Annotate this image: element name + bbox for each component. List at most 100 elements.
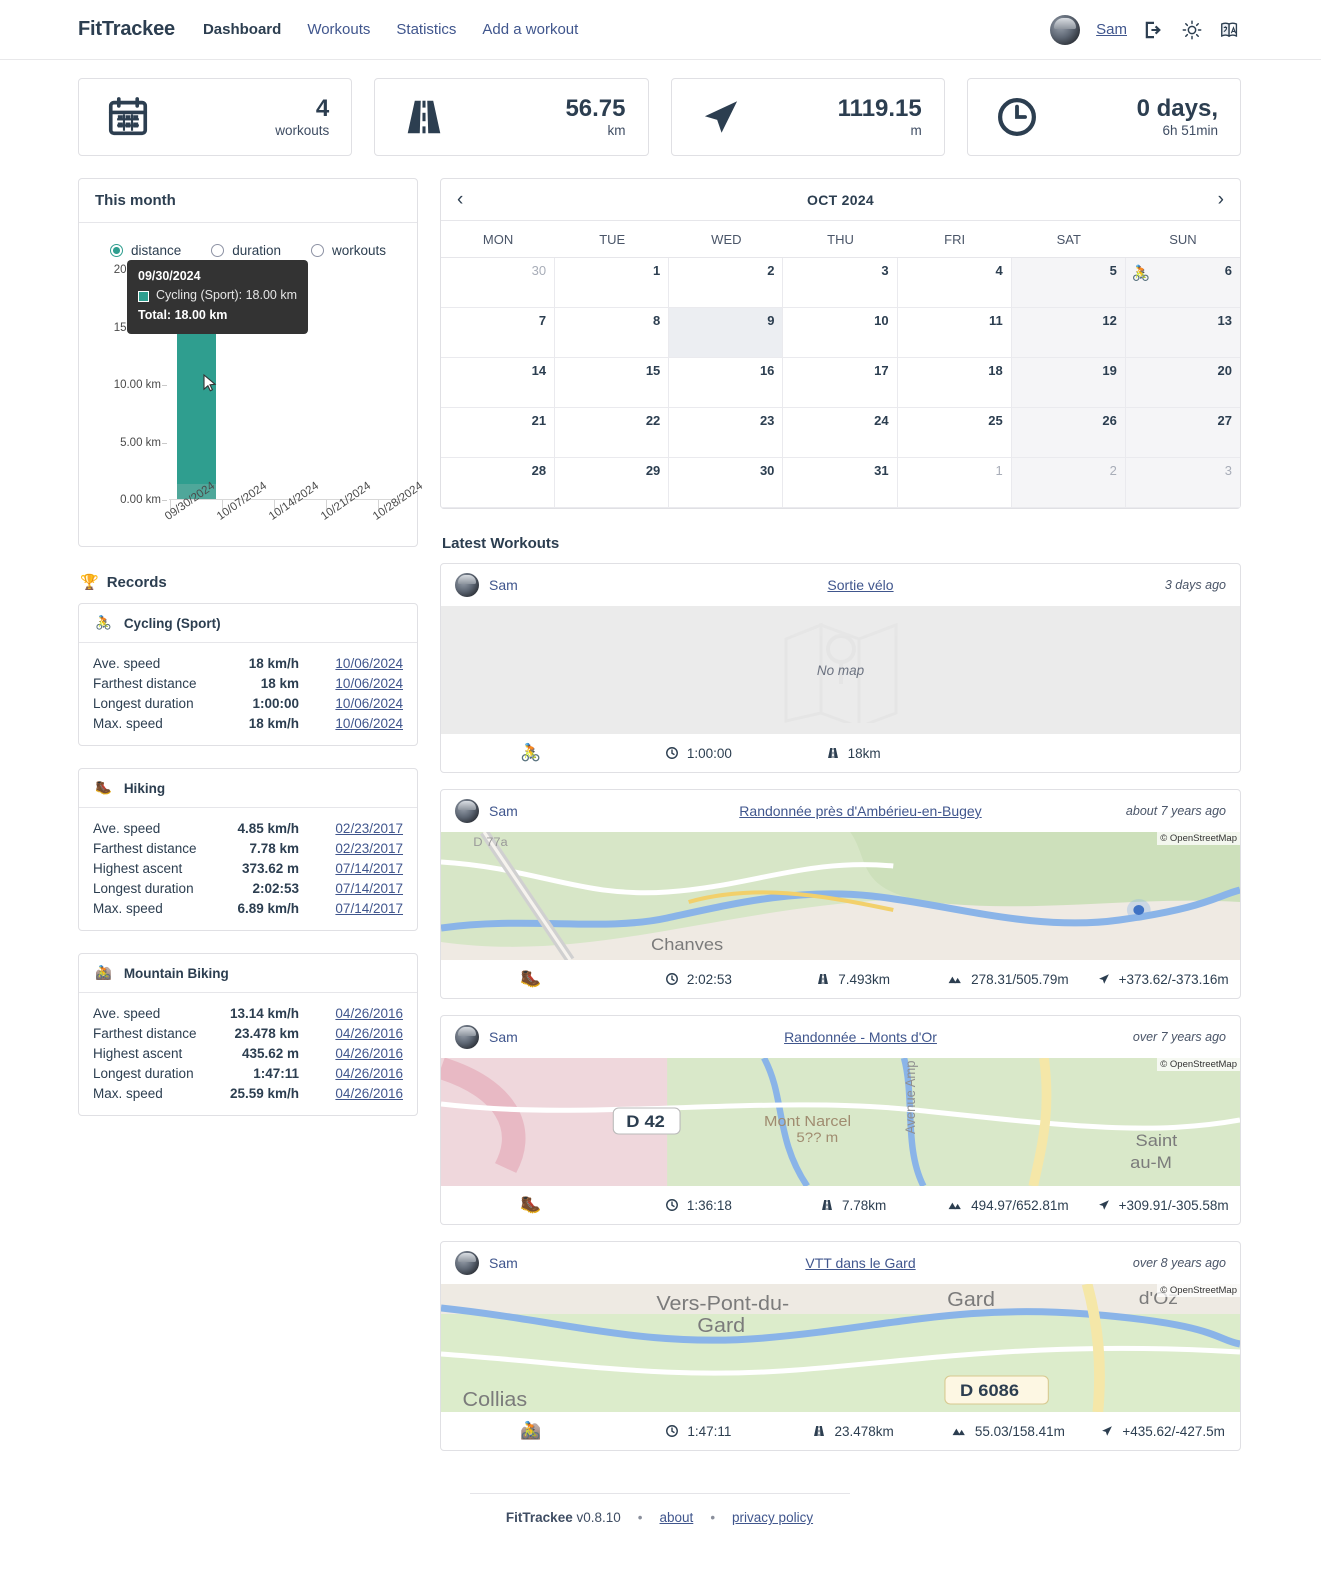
- workout-stats: 🚵 1:47:11 23.478km 55.03/158.41m +435.62…: [441, 1412, 1240, 1450]
- calendar-day-number: 5: [1109, 263, 1117, 278]
- calendar-day-number: 2: [1109, 463, 1117, 478]
- workout-title-link[interactable]: VTT dans le Gard: [665, 1255, 1056, 1271]
- nav-add-a-workout[interactable]: Add a workout: [482, 21, 578, 38]
- calendar-day-21[interactable]: 21: [441, 408, 556, 458]
- calendar-day-13[interactable]: 13: [1125, 308, 1240, 358]
- calendar-day-31[interactable]: 31: [783, 458, 898, 508]
- record-date-link[interactable]: 02/23/2017: [317, 821, 403, 836]
- svg-text:Saint: Saint: [1136, 1131, 1178, 1150]
- record-date-link[interactable]: 07/14/2017: [317, 901, 403, 916]
- calendar-day-22[interactable]: 22: [555, 408, 670, 458]
- workout-map[interactable]: Vers-Pont-du- Gard Gard d'Oz Collias D 6…: [441, 1284, 1240, 1412]
- calendar-day-30[interactable]: 30: [441, 258, 556, 308]
- calendar-next-month-icon[interactable]: ›: [1218, 190, 1224, 209]
- calendar-day-16[interactable]: 16: [669, 358, 784, 408]
- workout-map[interactable]: Chanves D 77a © OpenStreetMap: [441, 832, 1240, 960]
- calendar-day-25[interactable]: 25: [897, 408, 1012, 458]
- record-date-link[interactable]: 02/23/2017: [317, 841, 403, 856]
- ascent-descent-icon: [1098, 1200, 1109, 1210]
- workout-user[interactable]: Sam: [455, 799, 665, 823]
- calendar-day-6[interactable]: 6 🚴: [1125, 258, 1240, 308]
- nav-statistics[interactable]: Statistics: [396, 21, 456, 38]
- workout-title-link[interactable]: Sortie vélo: [665, 577, 1056, 593]
- radio-distance[interactable]: distance: [109, 243, 181, 258]
- radio-workouts[interactable]: workouts: [310, 243, 386, 258]
- record-date-link[interactable]: 04/26/2016: [317, 1066, 403, 1081]
- calendar-day-23[interactable]: 23: [669, 408, 784, 458]
- app-logo[interactable]: FitTrackee: [78, 18, 175, 41]
- workout-user[interactable]: Sam: [455, 1251, 665, 1275]
- light-mode-icon[interactable]: [1181, 19, 1203, 41]
- workout-card-4[interactable]: Sam VTT dans le Gard over 8 years ago Ve…: [440, 1241, 1241, 1451]
- workout-card-3[interactable]: Sam Randonnée - Monts d'Or over 7 years …: [440, 1015, 1241, 1225]
- username-link[interactable]: Sam: [1096, 21, 1127, 38]
- workout-card-1[interactable]: Sam Sortie vélo 3 days ago No map 🚴 1:00…: [440, 563, 1241, 773]
- calendar-day-number: 30: [759, 463, 775, 478]
- svg-text:Mont Narcel: Mont Narcel: [764, 1113, 851, 1129]
- calendar-day-number: 25: [988, 413, 1003, 428]
- calendar-day-3[interactable]: 3: [783, 258, 898, 308]
- calendar-day-27[interactable]: 27: [1125, 408, 1240, 458]
- radio-duration[interactable]: duration: [211, 243, 281, 258]
- calendar-day-30[interactable]: 30: [669, 458, 784, 508]
- workout-username: Sam: [489, 577, 518, 593]
- workout-title-link[interactable]: Randonnée près d'Ambérieu-en-Bugey: [665, 803, 1056, 819]
- footer-about-link[interactable]: about: [660, 1510, 694, 1525]
- language-icon[interactable]: [1219, 19, 1241, 41]
- calendar-day-28[interactable]: 28: [441, 458, 556, 508]
- record-date-link[interactable]: 04/26/2016: [317, 1026, 403, 1041]
- distance-bar-chart[interactable]: 20.00 km 15.00 km 10.00 km 5.00 km 0.00 …: [93, 260, 425, 532]
- record-date-link[interactable]: 04/26/2016: [317, 1046, 403, 1061]
- calendar-day-26[interactable]: 26: [1011, 408, 1126, 458]
- calendar-day-1[interactable]: 1: [555, 258, 670, 308]
- calendar-day-3[interactable]: 3: [1125, 458, 1240, 508]
- calendar-day-17[interactable]: 17: [783, 358, 898, 408]
- calendar-day-20[interactable]: 20: [1125, 358, 1240, 408]
- calendar-day-11[interactable]: 11: [897, 308, 1012, 358]
- record-date-link[interactable]: 04/26/2016: [317, 1006, 403, 1021]
- nav-workouts[interactable]: Workouts: [307, 21, 370, 38]
- calendar-day-4[interactable]: 4: [897, 258, 1012, 308]
- record-date-link[interactable]: 07/14/2017: [317, 861, 403, 876]
- calendar-day-2[interactable]: 2: [1011, 458, 1126, 508]
- record-date-link[interactable]: 10/06/2024: [317, 676, 403, 691]
- calendar-day-7[interactable]: 7: [441, 308, 556, 358]
- calendar-day-18[interactable]: 18: [897, 358, 1012, 408]
- record-date-link[interactable]: 07/14/2017: [317, 881, 403, 896]
- calendar-day-1[interactable]: 1: [897, 458, 1012, 508]
- calendar-day-number: 19: [1102, 363, 1117, 378]
- workout-card-2[interactable]: Sam Randonnée près d'Ambérieu-en-Bugey a…: [440, 789, 1241, 999]
- hiking-icon: 🥾: [520, 969, 542, 988]
- calendar-day-19[interactable]: 19: [1011, 358, 1126, 408]
- record-date-link[interactable]: 04/26/2016: [317, 1086, 403, 1101]
- workout-map[interactable]: D 42 Mont Narcel 5?? m Avenue Amp Saint …: [441, 1058, 1240, 1186]
- stat-text: 18km: [847, 745, 881, 761]
- calendar-day-12[interactable]: 12: [1011, 308, 1126, 358]
- record-date-link[interactable]: 10/06/2024: [317, 696, 403, 711]
- footer-brand: FitTrackee: [505, 1510, 573, 1525]
- stat-text: 55.03/158.41m: [974, 1423, 1065, 1439]
- workout-title-link[interactable]: Randonnée - Monts d'Or: [665, 1029, 1056, 1045]
- calendar-day-2[interactable]: 2: [669, 258, 784, 308]
- workout-user[interactable]: Sam: [455, 573, 665, 597]
- avatar[interactable]: [1050, 14, 1081, 45]
- workout-user[interactable]: Sam: [455, 1025, 665, 1049]
- logout-icon[interactable]: [1143, 19, 1165, 41]
- calendar-day-14[interactable]: 14: [441, 358, 556, 408]
- calendar-day-29[interactable]: 29: [555, 458, 670, 508]
- calendar-day-5[interactable]: 5: [1011, 258, 1126, 308]
- calendar-workout-icon[interactable]: 🚴: [1132, 264, 1151, 282]
- record-date-link[interactable]: 10/06/2024: [317, 656, 403, 671]
- calendar-day-10[interactable]: 10: [783, 308, 898, 358]
- footer-privacy-link[interactable]: privacy policy: [732, 1510, 813, 1525]
- calendar-day-24[interactable]: 24: [783, 408, 898, 458]
- stat-text: +373.62/-373.16m: [1118, 971, 1229, 987]
- nav-dashboard[interactable]: Dashboard: [203, 21, 281, 38]
- calendar-day-of-week-header: MON TUE WED THU FRI SAT SUN: [441, 221, 1240, 258]
- calendar-day-9[interactable]: 9: [669, 308, 784, 358]
- avatar: [455, 1251, 479, 1275]
- record-date-link[interactable]: 10/06/2024: [317, 716, 403, 731]
- record-card-cycling: 🚴 Cycling (Sport) Ave. speed 18 km/h 10/…: [78, 603, 418, 746]
- calendar-day-8[interactable]: 8: [555, 308, 670, 358]
- calendar-day-15[interactable]: 15: [555, 358, 670, 408]
